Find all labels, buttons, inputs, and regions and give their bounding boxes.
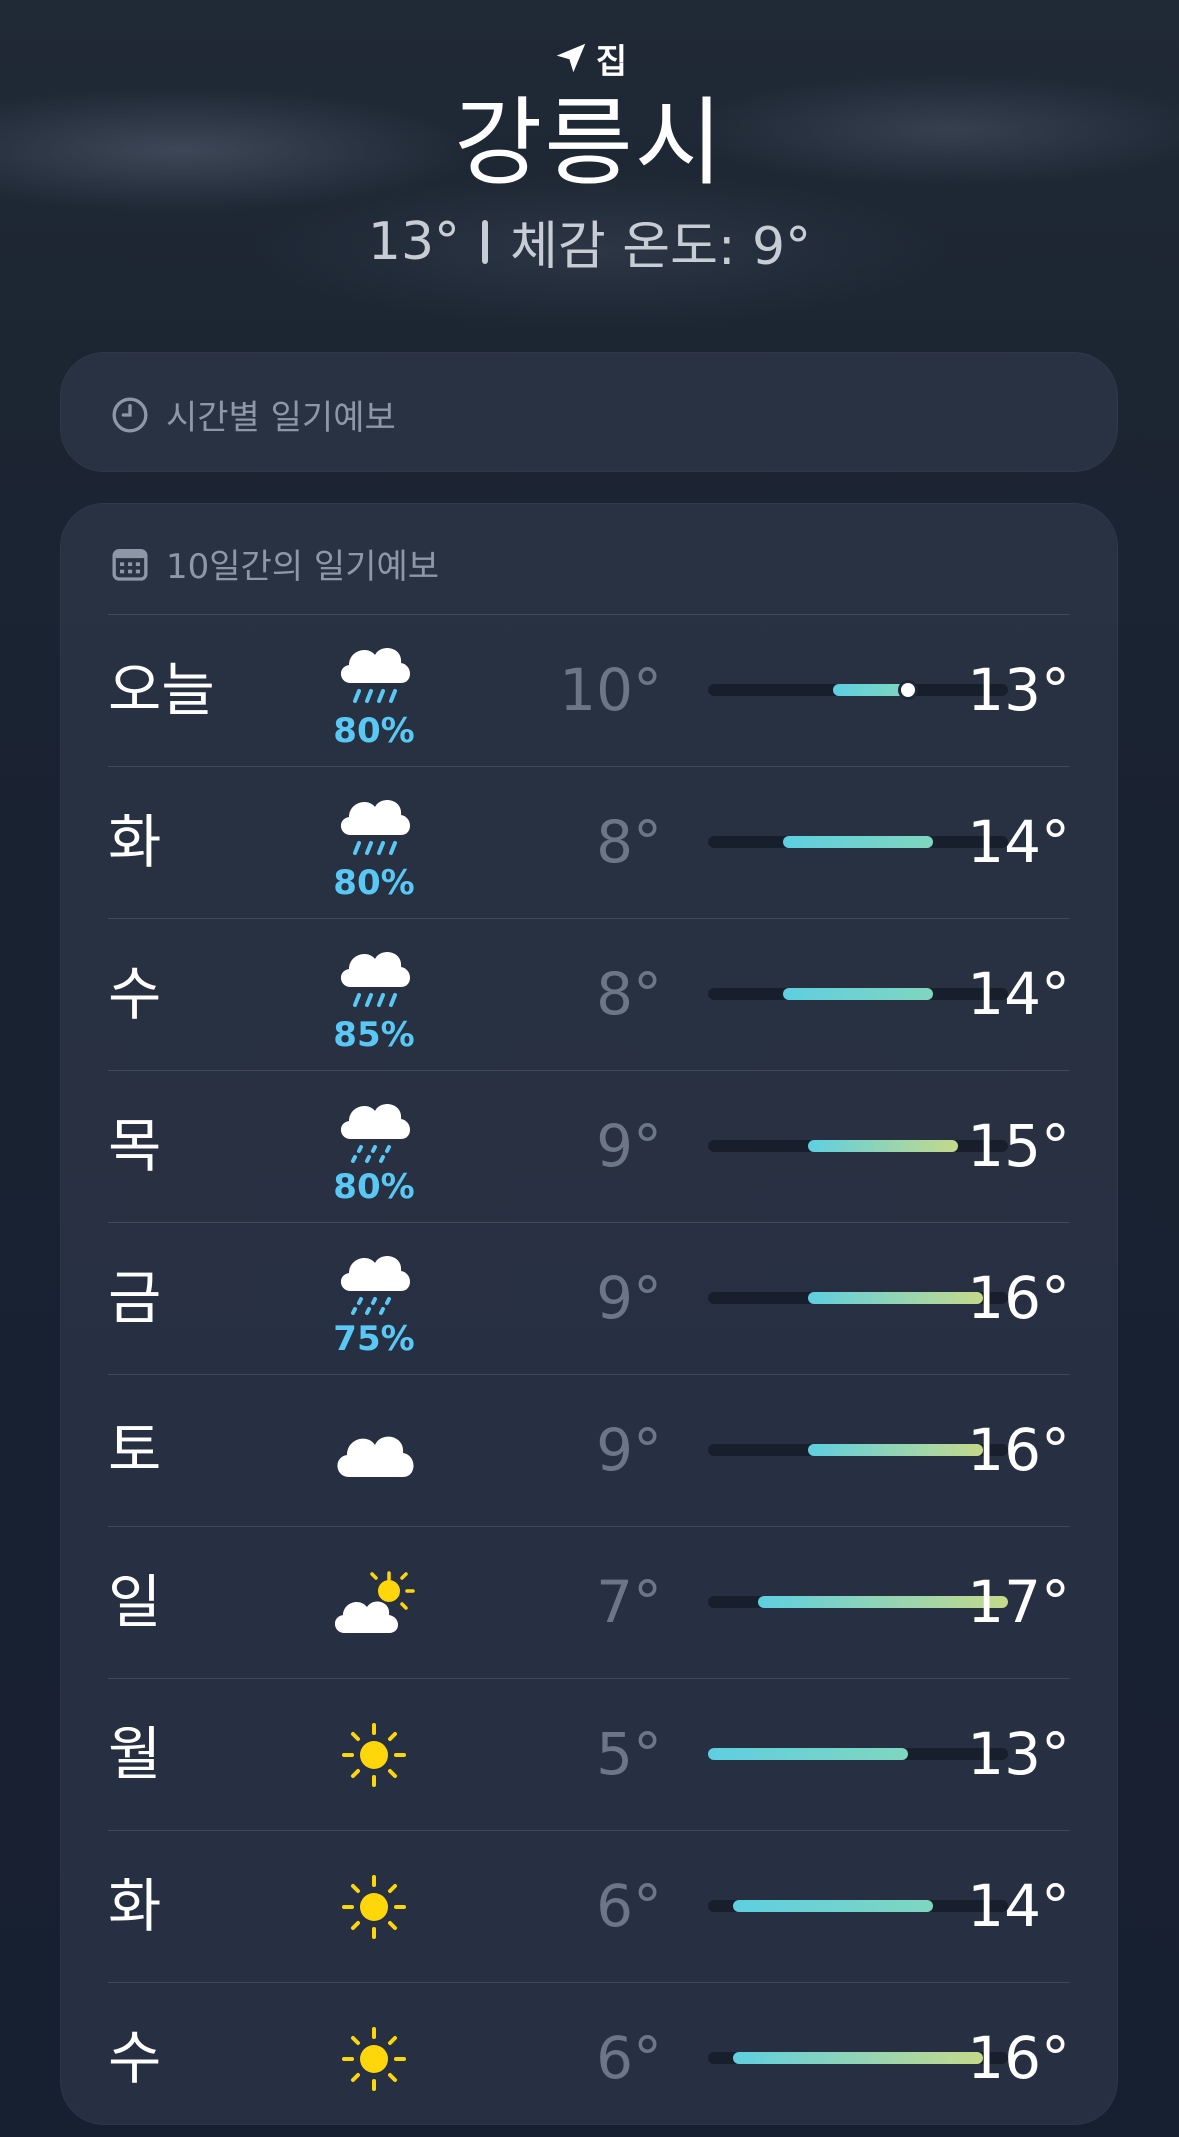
forecast-list: 오늘 80% 10° 13° 화 80% 8° 14° 수 85% 8° 14° 목 80% 9° 15° 금 7…	[108, 614, 1070, 2134]
high-temperature: 15°	[967, 1112, 1070, 1180]
high-temperature: 17°	[967, 1568, 1070, 1636]
forecast-day: 화	[108, 808, 162, 876]
forecast-row[interactable]: 화 6° 14°	[108, 1830, 1070, 1982]
precipitation-chance: 80%	[333, 863, 415, 903]
forecast-day: 화	[108, 1872, 162, 1940]
high-temperature: 13°	[967, 1720, 1070, 1788]
cloud-rain-icon	[324, 939, 424, 1019]
temperature-range-fill	[733, 1900, 933, 1912]
current-temperature-marker	[901, 683, 915, 697]
low-temperature: 8°	[596, 960, 662, 1028]
high-temperature: 14°	[967, 1872, 1070, 1940]
sun-icon	[324, 1715, 424, 1795]
current-temperature: 13°	[367, 211, 461, 272]
cloud-rain-icon	[324, 787, 424, 867]
low-temperature: 6°	[596, 2024, 662, 2092]
hourly-forecast-header: 시간별 일기예보	[110, 390, 396, 439]
high-temperature: 16°	[967, 1416, 1070, 1484]
temperature-range-fill	[783, 988, 933, 1000]
low-temperature: 9°	[596, 1264, 662, 1332]
forecast-row[interactable]: 수 85% 8° 14°	[108, 918, 1070, 1070]
forecast-row[interactable]: 토 9° 16°	[108, 1374, 1070, 1526]
temperature-summary: 13° 체감 온도: 9°	[0, 204, 1179, 279]
temperature-range-fill	[783, 836, 933, 848]
hourly-forecast-title: 시간별 일기예보	[166, 398, 396, 438]
cloud-sun-icon	[324, 1563, 424, 1643]
low-temperature: 7°	[596, 1568, 662, 1636]
cloud-drizzle-icon	[324, 1091, 424, 1171]
temperature-range-bar	[708, 1444, 1008, 1456]
high-temperature: 14°	[967, 960, 1070, 1028]
low-temperature: 5°	[596, 1720, 662, 1788]
low-temperature: 9°	[596, 1112, 662, 1180]
forecast-row[interactable]: 오늘 80% 10° 13°	[108, 614, 1070, 766]
high-temperature: 14°	[967, 808, 1070, 876]
temperature-range-fill	[708, 1748, 908, 1760]
temperature-range-bar	[708, 836, 1008, 848]
temperature-range-bar	[708, 683, 1008, 697]
low-temperature: 6°	[596, 1872, 662, 1940]
cloud-icon	[324, 1411, 424, 1491]
forecast-row[interactable]: 화 80% 8° 14°	[108, 766, 1070, 918]
hourly-forecast-card[interactable]: 시간별 일기예보	[60, 352, 1118, 472]
clock-icon	[112, 397, 148, 432]
precipitation-chance: 80%	[333, 1167, 415, 1207]
temperature-range-fill	[808, 1140, 958, 1152]
divider	[482, 219, 489, 264]
high-temperature: 16°	[967, 2024, 1070, 2092]
temperature-range-bar	[708, 1748, 1008, 1760]
city-name: 강릉시	[454, 87, 725, 199]
forecast-row[interactable]: 금 75% 9° 16°	[108, 1222, 1070, 1374]
location-arrow-icon	[556, 43, 586, 73]
calendar-icon	[112, 548, 148, 581]
cloud-drizzle-icon	[324, 1243, 424, 1323]
low-temperature: 8°	[596, 808, 662, 876]
forecast-row[interactable]: 월 5° 13°	[108, 1678, 1070, 1830]
temperature-range-fill	[808, 1444, 983, 1456]
temperature-range-bar	[708, 1292, 1008, 1304]
ten-day-forecast-title: 10일간의 일기예보	[166, 547, 440, 587]
temperature-range-bar	[708, 988, 1008, 1000]
forecast-row[interactable]: 수 6° 16°	[108, 1982, 1070, 2134]
current-location: 집	[0, 32, 1179, 84]
ten-day-forecast-header: 10일간의 일기예보	[110, 539, 439, 588]
temperature-range-bar	[708, 2052, 1008, 2064]
high-temperature: 13°	[967, 656, 1070, 724]
sun-icon	[324, 2019, 424, 2099]
location-label: 집	[595, 41, 628, 82]
temperature-range-fill	[833, 684, 908, 696]
precipitation-chance: 85%	[333, 1015, 415, 1055]
temperature-range-fill	[808, 1292, 983, 1304]
forecast-day: 오늘	[108, 656, 215, 724]
feels-like-temperature: 체감 온도: 9°	[510, 217, 812, 277]
temperature-range-bar	[708, 1140, 1008, 1152]
cloud-rain-icon	[324, 635, 424, 715]
precipitation-chance: 75%	[333, 1319, 415, 1359]
forecast-day: 수	[108, 960, 162, 1028]
high-temperature: 16°	[967, 1264, 1070, 1332]
forecast-day: 토	[108, 1416, 162, 1484]
forecast-day: 수	[108, 2024, 162, 2092]
temperature-range-fill	[733, 2052, 983, 2064]
forecast-day: 목	[108, 1112, 162, 1180]
temperature-range-bar	[708, 1596, 1008, 1608]
ten-day-forecast-card[interactable]: 10일간의 일기예보 오늘 80% 10° 13° 화 80% 8° 14° 수 85% 8° 14°…	[60, 503, 1118, 2125]
forecast-day: 일	[108, 1568, 162, 1636]
forecast-row[interactable]: 목 80% 9° 15°	[108, 1070, 1070, 1222]
forecast-day: 금	[108, 1264, 162, 1332]
forecast-day: 월	[108, 1720, 162, 1788]
sun-icon	[324, 1867, 424, 1947]
precipitation-chance: 80%	[333, 711, 415, 751]
temperature-range-bar	[708, 1900, 1008, 1912]
low-temperature: 9°	[596, 1416, 662, 1484]
low-temperature: 10°	[559, 656, 662, 724]
location-header: 집 강릉시 13° 체감 온도: 9°	[0, 32, 1179, 279]
forecast-row[interactable]: 일 7° 17°	[108, 1526, 1070, 1678]
